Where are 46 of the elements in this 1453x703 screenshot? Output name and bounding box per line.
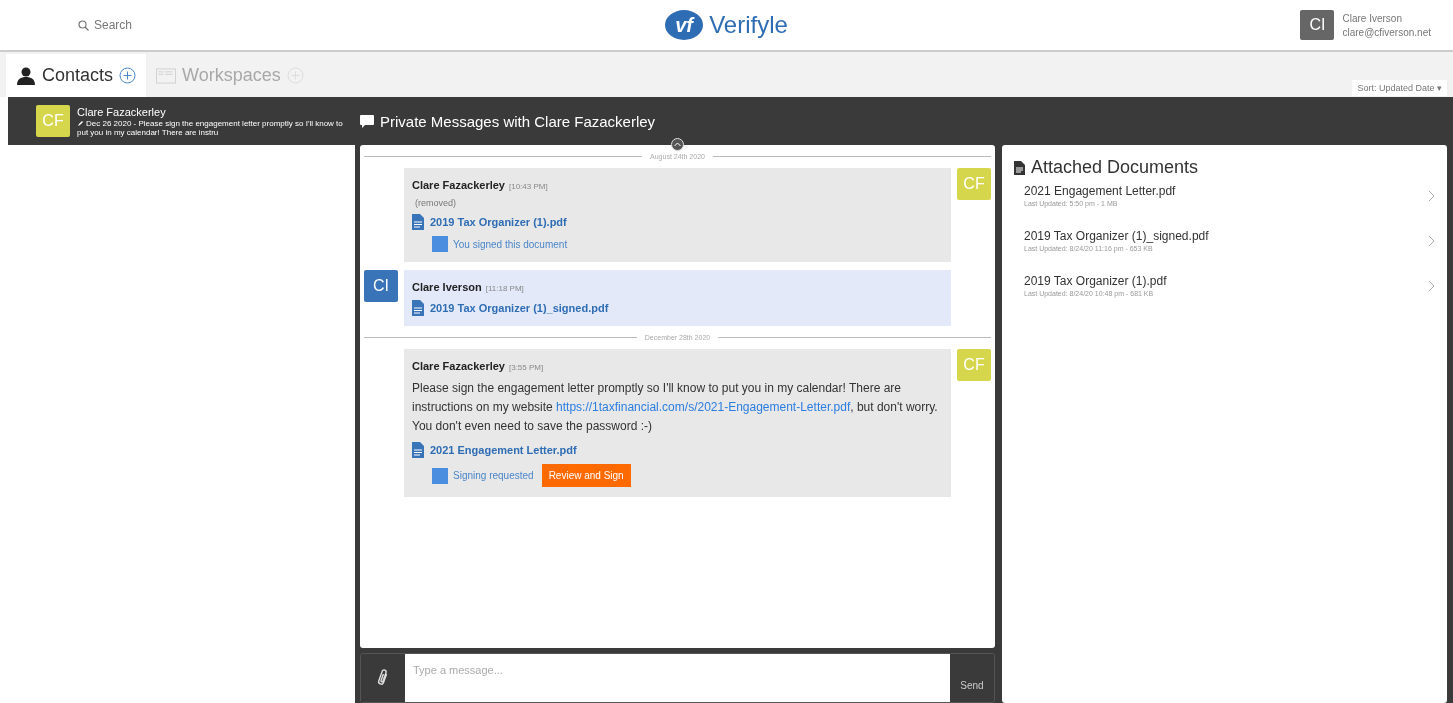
chevron-icon [1428, 234, 1435, 247]
document-icon [412, 300, 424, 316]
contact-avatar: CF [36, 105, 70, 137]
document-icon [1014, 160, 1025, 175]
review-and-sign-button[interactable]: Review and Sign [541, 464, 631, 487]
author-name: Clare Fazackerley [412, 360, 505, 372]
handle-icon[interactable] [671, 138, 684, 151]
attachment-link[interactable]: 2021 Engagement Letter.pdf [430, 444, 577, 456]
chevron-icon [1428, 189, 1435, 202]
message-note: (removed) [414, 198, 457, 208]
logo-mark: vf [665, 10, 704, 40]
sort-dropdown[interactable]: Sort: Updated Date ▾ [1352, 80, 1447, 96]
user-avatar[interactable]: CI [1300, 10, 1335, 40]
message-time: [11:18 PM] [485, 284, 524, 293]
document-icon [412, 214, 424, 230]
website-link[interactable]: https://1taxfinancial.com/s/2021-Engagement-Letter.pdf [556, 400, 851, 414]
chevron-icon [1428, 279, 1435, 292]
message-preview: Dec 26 2020 - Please sign the engagement letter promptly so I'll know to put you in my calendar! There are instru [77, 118, 344, 137]
document-icon [412, 442, 424, 458]
message-text: Please sign the engagement letter promptly so I'll know to put you in my calendar! There are instructions on my website https://1taxfinancial.com/s/2021-Engagement-Letter.pdf, but don't worry. You don't even need to save the password :-) [412, 380, 939, 435]
contact-name: Clare Fazackerley [77, 105, 167, 119]
person-icon [16, 66, 36, 85]
user-email: clare@cfiverson.net [1342, 26, 1431, 38]
avatar: CF [957, 168, 991, 200]
workspace-icon [156, 66, 177, 85]
signing-status: You signed this document [453, 238, 568, 250]
search-button[interactable]: Search [78, 18, 133, 32]
avatar: CF [957, 349, 991, 381]
avatar: CI [364, 270, 398, 302]
user-name: Clare Iverson [1342, 12, 1403, 24]
contact-item[interactable]: CF Clare Fazackerley Dec 26 2020 - Please sign the engagement letter promptly so I'll know to put you in my calendar! There are instru [8, 97, 355, 145]
author-name: Clare Iverson [412, 281, 482, 293]
panel-title: Attached Documents [1031, 157, 1199, 178]
message-time: [10:43 PM] [508, 182, 548, 191]
attachment-link[interactable]: 2019 Tax Organizer (1).pdf [430, 216, 567, 228]
author-name: Clare Fazackerley [412, 179, 505, 191]
tab[interactable]: Contacts [6, 54, 147, 97]
pencil-icon [77, 119, 84, 127]
speech-bubble-icon [360, 114, 374, 128]
add-icon[interactable] [119, 67, 137, 84]
conversation-title: Private Messages with Clare Fazackerley [380, 112, 656, 130]
brand-name: Verifyle [709, 11, 788, 39]
attachment-link[interactable]: 2019 Tax Organizer (1)_signed.pdf [430, 302, 609, 314]
signing-status: Signing requested [453, 470, 534, 481]
search-icon [78, 19, 89, 31]
message-time: [3:55 PM] [508, 363, 544, 372]
